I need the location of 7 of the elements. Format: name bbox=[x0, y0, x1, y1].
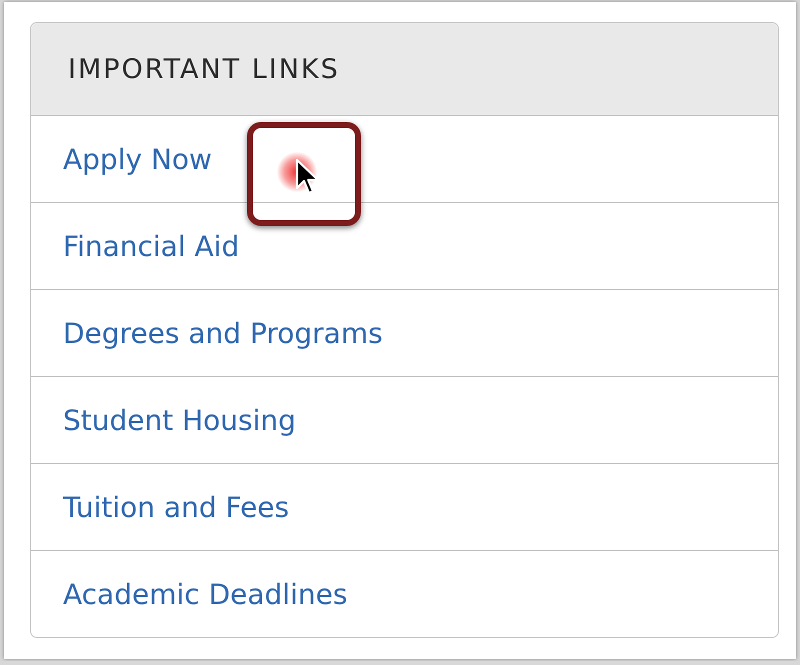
link[interactable]: Financial Aid bbox=[63, 230, 240, 262]
link[interactable]: Degrees and Programs bbox=[63, 316, 383, 350]
link[interactable]: Tuition and Fees bbox=[63, 490, 290, 524]
panel-title: IMPORTANT LINKS bbox=[68, 54, 340, 84]
link[interactable]: Student Housing bbox=[63, 404, 296, 436]
link[interactable]: Academic Deadlines bbox=[63, 578, 348, 610]
link[interactable]: Apply Now bbox=[63, 142, 212, 176]
